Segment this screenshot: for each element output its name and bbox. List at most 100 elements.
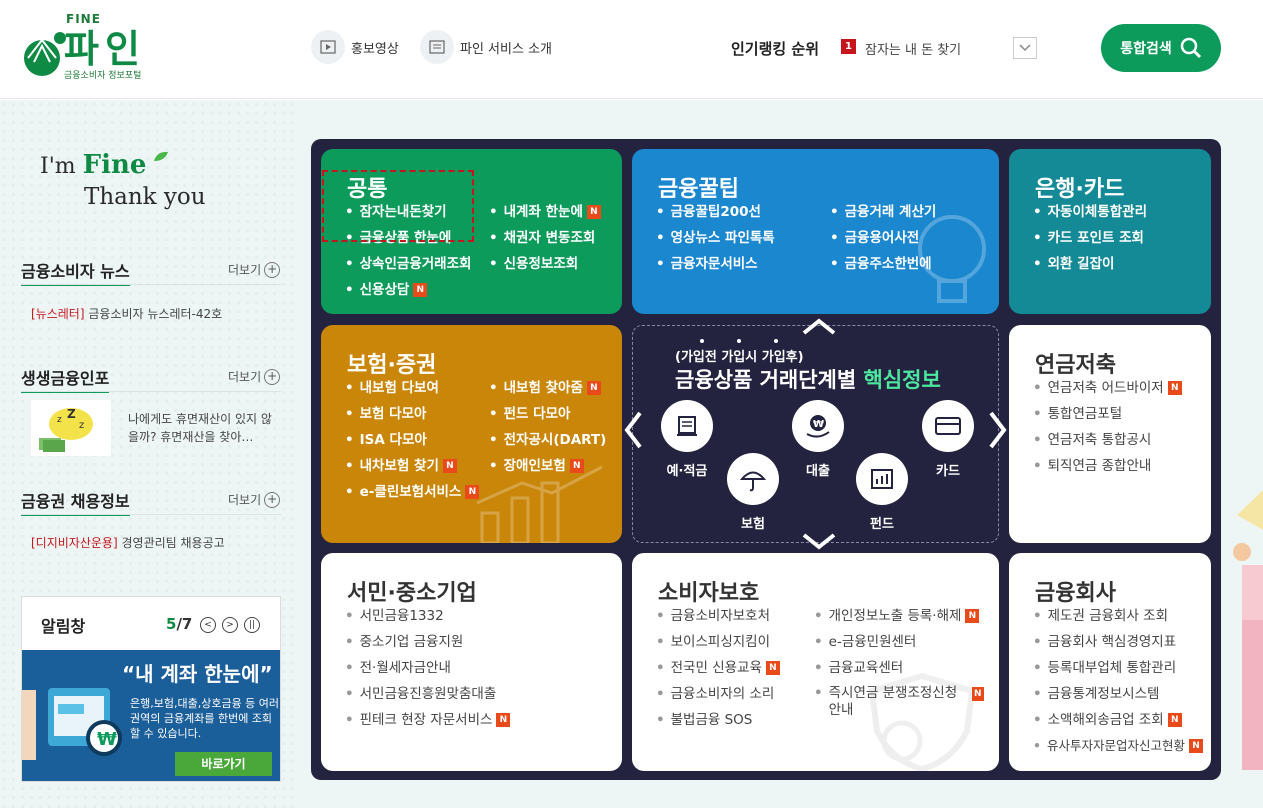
link-e-clean[interactable]: e-클린보험서비스N bbox=[345, 479, 480, 505]
link-e-complaint[interactable]: e-금융민원센터 bbox=[814, 629, 984, 655]
divider bbox=[21, 391, 281, 392]
link-retirement-pension[interactable]: 퇴직연금 종합안내 bbox=[1033, 453, 1182, 479]
ranking-dropdown-toggle[interactable] bbox=[1013, 37, 1037, 59]
link-disability-insurance[interactable]: 장애인보험N bbox=[489, 453, 606, 479]
service-intro-button[interactable]: 파인 서비스 소개 bbox=[420, 30, 552, 64]
link-institution-search[interactable]: 제도권 금융회사 조회 bbox=[1033, 603, 1203, 629]
link-consumer-voice[interactable]: 금융소비자의 소리 bbox=[656, 681, 780, 707]
link-fintech-advisory[interactable]: 핀테크 현장 자문서비스N bbox=[345, 707, 511, 733]
link-isa-compare[interactable]: ISA 다모아 bbox=[345, 427, 479, 453]
link-pension-portal[interactable]: 통합연금포털 bbox=[1033, 401, 1182, 427]
link-credit-education[interactable]: 전국민 신용교육N bbox=[656, 655, 780, 681]
product-loan[interactable]: ₩ 대출 bbox=[788, 400, 848, 479]
link-advisory-registry[interactable]: 유사투자자문업자신고현황N bbox=[1033, 733, 1204, 759]
link-find-insurance[interactable]: 내보험 찾아줌N bbox=[489, 375, 606, 401]
link-car-insurance[interactable]: 내차보험 찾기N bbox=[345, 453, 479, 479]
jobs-more-button[interactable]: 더보기 + bbox=[228, 491, 281, 508]
plus-icon: + bbox=[264, 261, 281, 278]
link-video-news[interactable]: 영상뉴스 파인톡톡 bbox=[656, 225, 775, 251]
ranking-item-link[interactable]: 잠자는 내 돈 찾기 bbox=[865, 39, 961, 58]
product-insurance[interactable]: 보험 bbox=[723, 453, 783, 532]
chevron-right-icon[interactable] bbox=[987, 410, 1009, 450]
link-insurance-compare[interactable]: 보험 다모아 bbox=[345, 401, 479, 427]
link-pension-disclosure[interactable]: 연금저축 통합공시 bbox=[1033, 427, 1182, 453]
integrated-search-button[interactable]: 통합검색 bbox=[1101, 24, 1221, 72]
link-consumer-office[interactable]: 금융소비자보호처 bbox=[656, 603, 780, 629]
more-label: 더보기 bbox=[228, 493, 262, 507]
news-text: 금융소비자 뉴스레터-42호 bbox=[88, 307, 223, 321]
news-more-button[interactable]: 더보기 + bbox=[228, 261, 281, 278]
link-card-points[interactable]: 카드 포인트 조회 bbox=[1033, 225, 1147, 251]
next-icon[interactable]: > bbox=[222, 617, 238, 633]
link-illegal-sos[interactable]: 불법금융 SOS bbox=[656, 707, 780, 733]
link-stats-system[interactable]: 금융통계정보시스템 bbox=[1033, 681, 1203, 707]
chevron-left-icon[interactable] bbox=[622, 410, 644, 450]
link-dart[interactable]: 전자공시(DART) bbox=[489, 427, 607, 453]
prev-icon[interactable]: < bbox=[200, 617, 216, 633]
link-key-indicators[interactable]: 금융회사 핵심경영지표 bbox=[1033, 629, 1203, 655]
link-my-insurance[interactable]: 내보험 다보여 bbox=[345, 375, 479, 401]
new-badge: N bbox=[1189, 739, 1204, 753]
info-more-button[interactable]: 더보기 + bbox=[228, 368, 281, 385]
link-fund-compare[interactable]: 펀드 다모아 bbox=[489, 401, 606, 427]
more-label: 더보기 bbox=[228, 263, 262, 277]
news-item[interactable]: [뉴스레터] 금융소비자 뉴스레터-42호 bbox=[31, 305, 222, 322]
link-my-accounts[interactable]: 내계좌 한눈에N bbox=[489, 199, 601, 225]
product-deposit[interactable]: 예·적금 bbox=[657, 400, 717, 479]
product-label: 카드 bbox=[936, 464, 960, 479]
key-info-subtitle: (가입전 가입시 가입후) bbox=[675, 350, 804, 365]
pause-icon[interactable]: || bbox=[244, 617, 260, 633]
link-fx-guide[interactable]: 외환 길잡이 bbox=[1033, 251, 1147, 277]
link-rent-fund[interactable]: 전·월세자금안내 bbox=[345, 655, 510, 681]
link-tips-200[interactable]: 금융꿀팁200선 bbox=[656, 199, 775, 225]
link-annuity-dispute[interactable]: 즉시연금 분쟁조정신청 안내N bbox=[814, 681, 984, 719]
banner-illustration: ₩ bbox=[22, 688, 122, 760]
mascot-illustration bbox=[1233, 490, 1263, 770]
svg-text:Z: Z bbox=[67, 407, 76, 421]
chevron-up-icon[interactable] bbox=[801, 318, 837, 336]
box-sme-col1: 서민금융1332 중소기업 금융지원 전·월세자금안내 서민금융진흥원맞춤대출 … bbox=[345, 603, 511, 733]
info-text[interactable]: 나에게도 휴면재산이 있지 않을까? 휴면재산을 찾아… bbox=[128, 410, 278, 446]
link-inheritance-search[interactable]: 상속인금융거래조회 bbox=[345, 251, 472, 277]
logo-subtitle: 금융소비자 정보포털 bbox=[64, 71, 142, 81]
card-icon bbox=[935, 417, 961, 435]
promo-video-button[interactable]: 홍보영상 bbox=[311, 30, 399, 64]
link-address-change[interactable]: 금융주소한번에 bbox=[830, 251, 936, 277]
link-custom-loan[interactable]: 서민금융진흥원맞춤대출 bbox=[345, 681, 510, 707]
link-voice-phishing[interactable]: 보이스피싱지킴이 bbox=[656, 629, 780, 655]
product-card[interactable]: 카드 bbox=[918, 400, 978, 479]
link-remittance-search[interactable]: 소액해외송금업 조회N bbox=[1033, 707, 1203, 733]
link-pension-advisor[interactable]: 연금저축 어드바이저N bbox=[1033, 375, 1182, 401]
box-sme: 서민·중소기업 서민금융1332 중소기업 금융지원 전·월세자금안내 서민금융… bbox=[321, 553, 622, 771]
slogan-thanks: Thank you bbox=[84, 184, 206, 210]
banner-headline: “내 계좌 한눈에” bbox=[122, 662, 273, 686]
link-credit-counsel[interactable]: 신용상담N bbox=[345, 277, 471, 303]
banner-description: 은행,보험,대출,상호금융 등 여러 권역의 금융계좌를 한번에 조회 할 수 … bbox=[130, 697, 280, 740]
account-banner[interactable]: ₩ “내 계좌 한눈에” 은행,보험,대출,상호금융 등 여러 권역의 금융계좌… bbox=[22, 650, 280, 781]
link-glossary[interactable]: 금융용어사전 bbox=[830, 225, 936, 251]
banner-go-button[interactable]: 바로가기 bbox=[175, 752, 272, 776]
link-credit-info[interactable]: 신용정보조회 bbox=[489, 251, 601, 277]
fine-logo[interactable]: FINE 파인 금융소비자 정보포털 bbox=[20, 12, 170, 84]
link-1332[interactable]: 서민금융1332 bbox=[345, 603, 510, 629]
link-privacy-exposure[interactable]: 개인정보노출 등록·해제N bbox=[814, 603, 984, 629]
site-header: FINE 파인 금융소비자 정보포털 홍보영상 파인 서비스 소개 인기랭킹 순… bbox=[0, 0, 1263, 99]
link-creditor-change[interactable]: 채권자 변동조회 bbox=[489, 225, 601, 251]
link-calculator[interactable]: 금융거래 계산기 bbox=[830, 199, 937, 225]
link-auto-transfer[interactable]: 자동이체통합관리 bbox=[1033, 199, 1147, 225]
key-info-carousel: (가입전 가입시 가입후) 금융상품 거래단계별 핵심정보 예·적금 ₩ 대출 … bbox=[632, 325, 999, 543]
link-sme-support[interactable]: 중소기업 금융지원 bbox=[345, 629, 510, 655]
product-fund[interactable]: 펀드 bbox=[852, 453, 912, 532]
sleeping-money-thumbnail[interactable]: z Z z bbox=[31, 400, 111, 456]
link-lender-registry[interactable]: 등록대부업체 통합관리 bbox=[1033, 655, 1203, 681]
product-label: 보험 bbox=[741, 517, 765, 532]
jobs-item[interactable]: [디지비자산운용] 경영관리팀 채용공고 bbox=[31, 534, 225, 551]
chevron-down-icon bbox=[1019, 44, 1031, 52]
link-education-center[interactable]: 금융교육센터 bbox=[814, 655, 984, 681]
logo-leaf-icon bbox=[24, 32, 66, 76]
box-pension: 연금저축 연금저축 어드바이저N 통합연금포털 연금저축 통합공시 퇴직연금 종… bbox=[1009, 325, 1211, 543]
chevron-down-icon[interactable] bbox=[801, 532, 837, 550]
link-advisory[interactable]: 금융자문서비스 bbox=[656, 251, 775, 277]
box-insurance-col2: 내보험 찾아줌N 펀드 다모아 전자공시(DART) 장애인보험N bbox=[489, 375, 607, 479]
notice-title: 알림창 bbox=[41, 617, 86, 636]
